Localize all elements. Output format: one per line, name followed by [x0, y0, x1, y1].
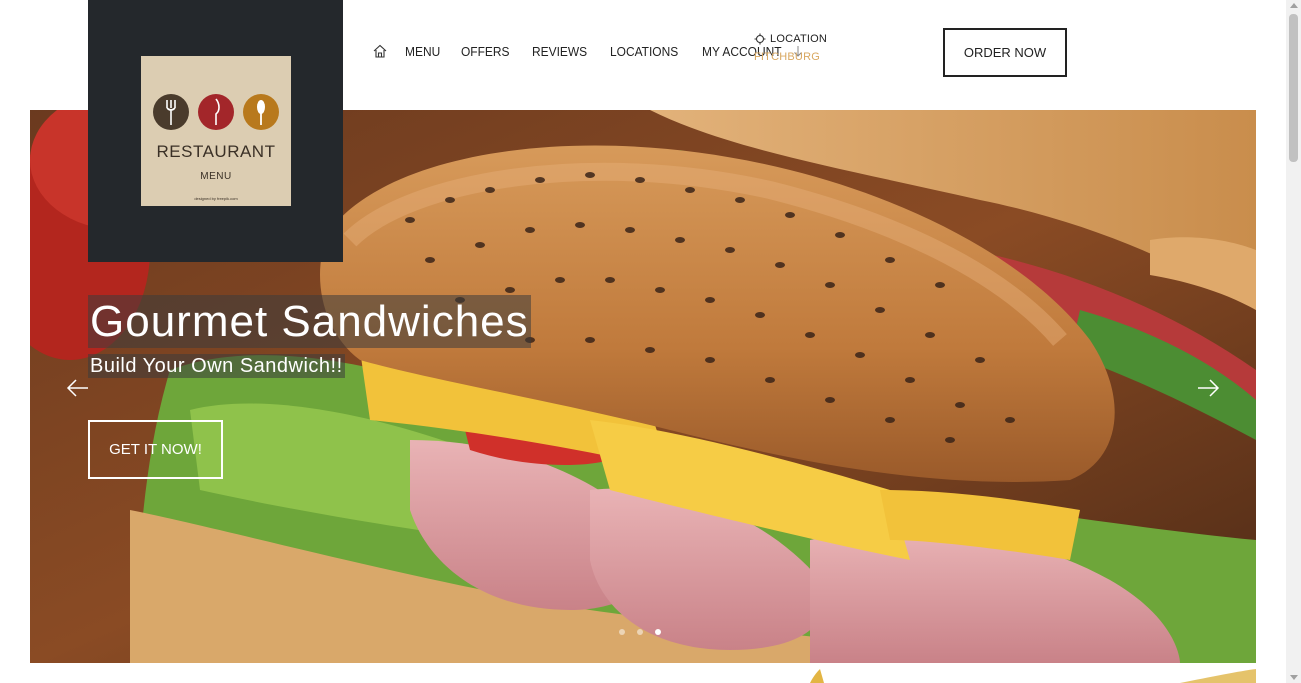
scroll-down-icon[interactable]: [1290, 675, 1298, 680]
next-section-preview: [810, 669, 1256, 683]
logo-brand: RESTAURANT: [156, 142, 276, 161]
nav-item-offers[interactable]: OFFERS: [461, 44, 510, 59]
slider-dot-2[interactable]: [637, 629, 643, 635]
page-scrollbar[interactable]: [1286, 0, 1301, 683]
hero-title: Gourmet Sandwiches: [88, 295, 531, 348]
slider-dot-3[interactable]: [655, 629, 661, 635]
home-icon[interactable]: [372, 43, 388, 59]
hero-subtitle: Build Your Own Sandwich!!: [88, 354, 345, 378]
arrow-right-icon[interactable]: [1196, 376, 1220, 400]
slider-dots: [619, 629, 661, 635]
scroll-up-icon[interactable]: [1290, 3, 1298, 8]
location-label: LOCATION: [770, 33, 828, 45]
logo[interactable]: RESTAURANT MENU designed by freepik.com: [141, 56, 291, 206]
order-now-button[interactable]: ORDER NOW: [943, 28, 1067, 77]
nav-item-menu[interactable]: MENU: [405, 44, 440, 59]
get-it-now-button[interactable]: GET IT NOW!: [88, 420, 223, 479]
location-city[interactable]: FITCHBURG: [754, 51, 827, 63]
location-selector[interactable]: LOCATION FITCHBURG: [754, 33, 827, 63]
logo-panel: RESTAURANT MENU designed by freepik.com: [88, 0, 343, 262]
main-nav: MENU OFFERS REVIEWS LOCATIONS MY ACCOUNT: [372, 40, 803, 62]
scroll-thumb[interactable]: [1289, 14, 1298, 162]
cutlery-icons: [153, 94, 279, 130]
logo-subtitle: MENU: [200, 171, 232, 182]
location-icon: [754, 33, 766, 45]
slider-dot-1[interactable]: [619, 629, 625, 635]
location-header: LOCATION: [754, 33, 827, 45]
page: RESTAURANT MENU designed by freepik.com …: [0, 0, 1301, 683]
arrow-left-icon[interactable]: [66, 376, 90, 400]
nav-item-locations[interactable]: LOCATIONS: [610, 44, 678, 59]
logo-credit: designed by freepik.com: [194, 196, 238, 201]
nav-item-reviews[interactable]: REVIEWS: [532, 44, 587, 59]
